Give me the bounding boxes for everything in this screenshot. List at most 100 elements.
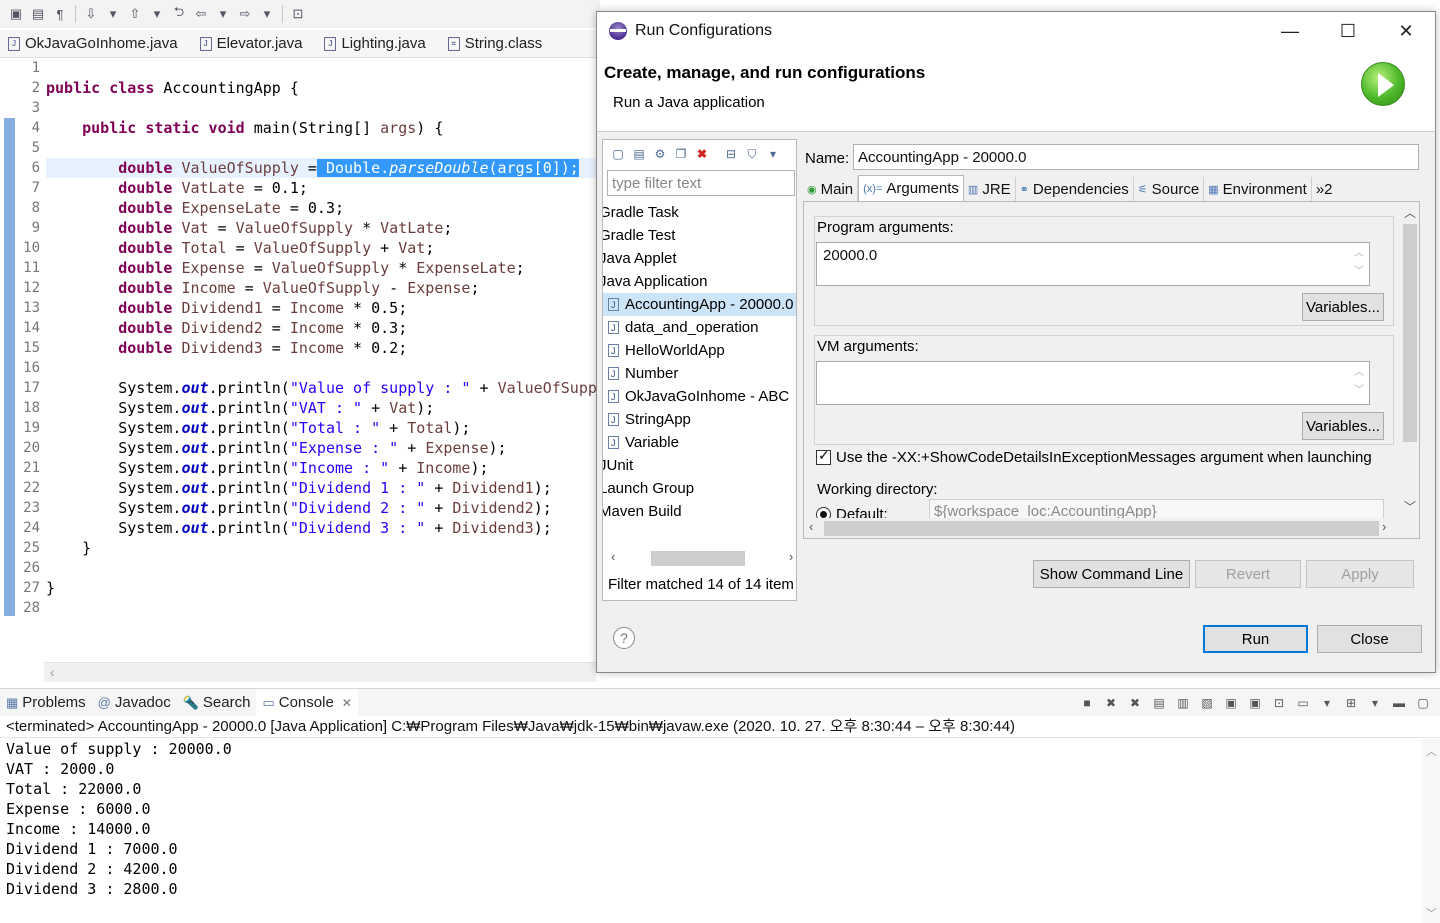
dialog-titlebar[interactable]: Run Configurations — ☐ ✕ (597, 12, 1435, 50)
tree-item-java-application[interactable]: Java Application (603, 270, 796, 293)
scrollbar-thumb[interactable] (651, 551, 745, 566)
new-prototype-icon[interactable]: ▤ (630, 145, 648, 163)
tree-item-variable[interactable]: Variable (603, 431, 796, 455)
textarea-scrollbar[interactable]: ︿ ﹀ (1351, 364, 1367, 402)
tree-item-maven-build[interactable]: Maven Build (603, 500, 796, 523)
scroll-up-icon[interactable]: ︿ (1404, 204, 1416, 221)
chevron-down-icon[interactable]: ▾ (764, 145, 782, 163)
tree-item-gradle-task[interactable]: Gradle Task (603, 201, 796, 224)
toggle-mark-occurrences-icon[interactable]: ▣ (6, 4, 26, 24)
tree-item-data-and-operation[interactable]: data_and_operation (603, 316, 796, 340)
previous-annotation-icon[interactable]: ⇧ (125, 4, 145, 24)
minimize-button[interactable]: — (1261, 12, 1319, 50)
close-icon[interactable]: ✕ (342, 696, 352, 710)
editor-tab-lighting[interactable]: J Lighting.java (316, 30, 439, 57)
run-button[interactable]: Run (1203, 625, 1308, 653)
scroll-up-icon[interactable]: ︿ (1426, 743, 1437, 759)
back-dropdown-icon[interactable]: ▾ (213, 4, 233, 24)
tab-dependencies[interactable]: ⚭ Dependencies (1016, 177, 1134, 201)
editor-tab-string-class[interactable]: ⌗ String.class (440, 30, 557, 57)
arguments-vertical-scrollbar[interactable]: ︿ ﹀ (1401, 202, 1419, 519)
code-editor[interactable]: 1 2 3 4 5 6 7 8 9 10 11 12 13 14 15 16 17 18 19 20 21 22 23 24 2… (0, 58, 600, 660)
show-code-details-option[interactable]: Use the -XX:+ShowCodeDetailsInExceptionM… (816, 447, 1372, 466)
scroll-down-icon[interactable]: ﹀ (1404, 498, 1416, 515)
tab-arguments[interactable]: (x)= Arguments (858, 175, 964, 201)
terminate-icon[interactable]: ■ (1078, 694, 1096, 712)
tab-source[interactable]: ⚟ Source (1134, 177, 1205, 201)
editor-horizontal-scrollbar[interactable]: ‹ (44, 662, 596, 682)
tree-item-okjavagoinhome[interactable]: OkJavaGoInhome - ABC (603, 385, 796, 409)
scroll-left-icon[interactable]: ‹ (809, 519, 813, 534)
pin-editor-icon[interactable]: ⊡ (288, 4, 308, 24)
remove-all-terminated-icon[interactable]: ✖ (1126, 694, 1144, 712)
delete-configuration-icon[interactable]: ✖ (693, 145, 711, 163)
tree-item-junit[interactable]: JUnit (603, 454, 796, 477)
clear-console-icon[interactable]: ▤ (1150, 694, 1168, 712)
duplicate-configuration-icon[interactable]: ❐ (672, 145, 690, 163)
next-annotation-icon[interactable]: ⇩ (81, 4, 101, 24)
scroll-lock-icon[interactable]: ▥ (1174, 694, 1192, 712)
show-code-details-checkbox[interactable] (816, 447, 831, 465)
show-whitespace-icon[interactable]: ¶ (50, 4, 70, 24)
console-output[interactable]: Value of supply : 20000.0 VAT : 2000.0 T… (6, 739, 1416, 899)
configuration-tree[interactable]: Gradle Task Gradle Test Java Applet Java… (603, 201, 796, 541)
tree-item-java-applet[interactable]: Java Applet (603, 247, 796, 270)
editor-tab-okjavagoinhome[interactable]: J OkJavaGoInhome.java (0, 30, 192, 57)
tab-search[interactable]: 🔦 Search (177, 689, 257, 716)
textarea-scrollbar[interactable]: ︿ ﹀ (1351, 245, 1367, 283)
tree-item-number[interactable]: Number (603, 362, 796, 386)
tree-item-stringapp[interactable]: StringApp (603, 408, 796, 432)
next-annotation-dropdown-icon[interactable]: ▾ (103, 4, 123, 24)
show-command-line-button[interactable]: Show Command Line (1033, 560, 1190, 588)
scroll-down-icon[interactable]: ﹀ (1426, 905, 1437, 921)
scrollbar-thumb[interactable] (1403, 224, 1417, 442)
show-on-stderr-icon[interactable]: ▣ (1246, 694, 1264, 712)
previous-annotation-dropdown-icon[interactable]: ▾ (147, 4, 167, 24)
maximize-button[interactable]: ☐ (1319, 12, 1377, 50)
new-configuration-icon[interactable]: ▢ (609, 145, 627, 163)
tab-problems[interactable]: ▦ Problems (0, 689, 92, 716)
program-arguments-input[interactable]: 20000.0 ︿ ﹀ (816, 242, 1370, 286)
program-variables-button[interactable]: Variables... (1302, 293, 1384, 321)
tab-console[interactable]: ▭ Console ✕ (256, 689, 358, 716)
scroll-right-icon[interactable]: › (1382, 519, 1386, 534)
revert-button[interactable]: Revert (1195, 560, 1301, 588)
minimize-icon[interactable]: ▬ (1390, 694, 1408, 712)
tree-item-accountingapp[interactable]: AccountingApp - 20000.0 (603, 293, 796, 317)
arguments-horizontal-scrollbar[interactable]: ‹ › (804, 518, 1419, 538)
code-area[interactable]: public class AccountingApp { public stat… (46, 58, 600, 618)
apply-button[interactable]: Apply (1306, 560, 1414, 588)
scroll-left-icon[interactable]: ‹ (50, 664, 55, 680)
scroll-left-icon[interactable]: ‹ (611, 549, 615, 564)
tree-horizontal-scrollbar[interactable]: ‹ › (603, 548, 796, 568)
chevron-down-icon[interactable]: ▾ (1318, 694, 1336, 712)
tab-javadoc[interactable]: @ Javadoc (92, 689, 177, 716)
tab-more[interactable]: »2 (1312, 177, 1337, 201)
help-icon[interactable]: ? (613, 627, 635, 649)
code-selection[interactable]: Double.parseDouble(args[0]); (316, 159, 579, 177)
forward-icon[interactable]: ⇨ (235, 4, 255, 24)
close-window-button[interactable]: ✕ (1377, 12, 1435, 50)
tree-item-launch-group[interactable]: Launch Group (603, 477, 796, 500)
scroll-right-icon[interactable]: › (789, 549, 793, 564)
filter-icon[interactable]: ⛉ (743, 145, 761, 163)
editor-tab-elevator[interactable]: J Elevator.java (192, 30, 317, 57)
close-button[interactable]: Close (1317, 625, 1422, 653)
tree-item-helloworldapp[interactable]: HelloWorldApp (603, 339, 796, 363)
vm-variables-button[interactable]: Variables... (1302, 412, 1384, 440)
scrollbar-thumb[interactable] (824, 521, 1379, 536)
name-field[interactable] (853, 144, 1419, 170)
forward-dropdown-icon[interactable]: ▾ (257, 4, 277, 24)
tree-item-gradle-test[interactable]: Gradle Test (603, 224, 796, 247)
maximize-icon[interactable]: ▢ (1414, 694, 1432, 712)
filter-input[interactable] (607, 170, 795, 196)
chevron-down-icon[interactable]: ▾ (1366, 694, 1384, 712)
tab-main[interactable]: ◉ Main (803, 177, 859, 201)
tab-jre[interactable]: ▥ JRE (964, 177, 1016, 201)
last-edit-icon[interactable]: ⮌ (169, 4, 189, 24)
collapse-all-icon[interactable]: ⊟ (722, 145, 740, 163)
vm-arguments-input[interactable]: ︿ ﹀ (816, 361, 1370, 405)
show-on-stdout-icon[interactable]: ▣ (1222, 694, 1240, 712)
toggle-block-selection-icon[interactable]: ▤ (28, 4, 48, 24)
pin-console-icon[interactable]: ⊡ (1270, 694, 1288, 712)
